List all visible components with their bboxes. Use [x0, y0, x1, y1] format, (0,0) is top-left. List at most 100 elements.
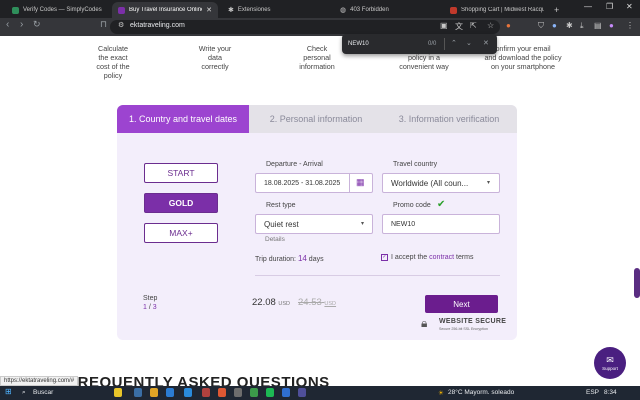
find-count: 0/0	[428, 41, 437, 47]
support-chat-button[interactable]: ✉ Support	[594, 347, 626, 379]
step-caption-4: policy in a convenient way	[399, 53, 449, 71]
find-previous-icon[interactable]: ⌃	[451, 39, 457, 47]
taskbar-app-icon[interactable]	[282, 388, 290, 397]
price-value: 22.08	[252, 297, 276, 308]
tab-label: Shopping Cart | Midwest Racquet Sp	[461, 7, 544, 13]
back-icon[interactable]: ‹	[6, 19, 9, 30]
forward-icon[interactable]: ›	[20, 19, 23, 30]
tab-403[interactable]: ◍ 403 Forbidden	[334, 2, 438, 18]
taskbar-store-icon[interactable]	[166, 388, 174, 397]
step-caption-3: Check personal information	[299, 44, 335, 71]
menu-icon[interactable]: ⋮	[626, 21, 634, 30]
taskbar-spotify-icon[interactable]	[266, 388, 274, 397]
taskbar-edge-icon[interactable]	[184, 388, 192, 397]
sidebar-icon[interactable]: ▤	[594, 21, 602, 30]
windows-start-icon[interactable]: ⊞	[5, 387, 12, 396]
rest-type-label: Rest type	[266, 202, 296, 209]
taskbar-task-view-icon[interactable]	[134, 388, 142, 397]
taskbar-app-icon[interactable]	[250, 388, 258, 397]
taskbar-widget-icon[interactable]	[114, 388, 122, 397]
find-divider	[444, 38, 445, 50]
step-caption-1: Calculate the exact cost of the policy	[96, 44, 130, 80]
country-select[interactable]: Worldwide (All coun...	[382, 173, 500, 193]
tab-label: Verify Codes — SimplyCodes	[23, 7, 102, 13]
calendar-icon[interactable]: ▦	[356, 177, 365, 188]
clock[interactable]: 8:34	[604, 389, 617, 396]
contract-link[interactable]: contract	[429, 254, 454, 261]
taskbar-search[interactable]: Buscar	[33, 389, 53, 396]
taskbar-app-icon[interactable]	[202, 388, 210, 397]
step-progress: 1 / 3	[143, 304, 157, 311]
details-link[interactable]: Details	[265, 236, 285, 243]
translate-icon[interactable]: 文	[455, 21, 463, 32]
chevron-down-icon: ▾	[487, 180, 491, 186]
step-label: Step	[143, 295, 158, 302]
profile-avatar-icon[interactable]: ●	[609, 21, 614, 30]
racquet-favicon-icon	[450, 6, 457, 14]
simplycodes-favicon-icon	[12, 6, 19, 14]
tab-verify-codes[interactable]: Verify Codes — SimplyCodes	[6, 2, 114, 18]
extensions-icon[interactable]: ✱	[566, 21, 573, 30]
tab-information-verification[interactable]: 3. Information verification	[385, 105, 513, 133]
taskbar-search-icon[interactable]: ⌕	[22, 389, 26, 397]
scrollbar-thumb[interactable]	[634, 268, 640, 298]
minimize-icon[interactable]: —	[584, 2, 592, 11]
weather-icon: ☀	[438, 390, 444, 397]
star-icon[interactable]: ☆	[487, 21, 494, 30]
next-button[interactable]: Next	[425, 295, 498, 313]
dates-divider	[349, 174, 350, 192]
weather-text[interactable]: 28°C Mayorm. soleado	[448, 389, 514, 396]
taskbar-app-icon[interactable]	[298, 388, 306, 397]
tab-shopping-cart[interactable]: Shopping Cart | Midwest Racquet Sp	[444, 2, 550, 18]
taskbar-app-icon[interactable]	[234, 388, 242, 397]
close-window-icon[interactable]: ✕	[626, 2, 633, 11]
chat-icon: ✉	[606, 355, 614, 365]
language-indicator[interactable]: ESP	[586, 389, 599, 396]
download-icon[interactable]: ⤓	[580, 21, 584, 31]
find-next-icon[interactable]: ⌄	[466, 39, 472, 47]
close-tab-icon[interactable]: ✕	[206, 6, 212, 14]
bookmark-icon[interactable]: ⊓	[100, 19, 107, 30]
url-text: ektatraveling.com	[130, 22, 185, 29]
taskbar-files-icon[interactable]	[150, 388, 158, 397]
taskbar-chrome-icon[interactable]	[218, 388, 226, 397]
extension-orange-icon[interactable]: ●	[506, 21, 511, 30]
reload-icon[interactable]: ↻	[33, 19, 41, 30]
tab-extensions[interactable]: ✱ Extensiones	[222, 2, 326, 18]
ekta-favicon-icon	[118, 6, 125, 14]
extension-blue-icon[interactable]: ●	[552, 21, 557, 30]
tab-label: Buy Travel Insurance Online | Ekt	[129, 7, 202, 13]
country-label: Travel country	[393, 161, 438, 168]
share-icon[interactable]: ⇱	[470, 21, 477, 30]
lock-icon: 🔒︎	[421, 316, 428, 330]
support-label: Support	[602, 366, 618, 371]
new-tab-button[interactable]: +	[548, 2, 562, 18]
shield-icon[interactable]: ⛉	[538, 21, 544, 31]
secure-title: WEBSITE SECURE	[439, 318, 507, 325]
chevron-down-icon: ▾	[361, 221, 365, 227]
duration-value: 14	[297, 254, 307, 263]
tab-ekta-travel[interactable]: Buy Travel Insurance Online | Ekt ✕	[112, 2, 218, 18]
tab-label: Extensiones	[237, 7, 271, 13]
promo-code-input[interactable]: NEW10	[382, 214, 500, 234]
form-divider	[255, 275, 500, 276]
plan-start-button[interactable]: START	[144, 163, 218, 183]
site-info-icon[interactable]: ⚙	[118, 21, 124, 29]
secure-subtitle: Secure 256-bit SSL Encryption	[439, 327, 489, 331]
find-close-icon[interactable]: ✕	[483, 39, 489, 47]
checkmark-icon: ✔	[437, 199, 446, 210]
maximize-icon[interactable]: ❐	[606, 2, 613, 11]
trip-duration: Trip duration: 14 days	[255, 254, 324, 263]
find-input[interactable]: NEW10	[348, 41, 369, 47]
plan-max-button[interactable]: MAX+	[144, 223, 218, 243]
dates-value: 18.08.2025 - 31.08.2025	[264, 179, 341, 187]
page-icon[interactable]: ▣	[440, 21, 448, 30]
tab-country-dates[interactable]: 1. Country and travel dates	[117, 105, 249, 133]
tab-personal-information[interactable]: 2. Personal information	[254, 105, 378, 133]
plan-gold-button[interactable]: GOLD	[144, 193, 218, 213]
rest-type-select[interactable]: Quiet rest	[255, 214, 373, 234]
country-value: Worldwide (All coun...	[391, 178, 469, 188]
accept-checkbox[interactable]: ✓	[381, 254, 388, 261]
price: 22.08 USD	[252, 297, 291, 308]
status-url: https://ektatraveling.com/#	[0, 376, 79, 386]
